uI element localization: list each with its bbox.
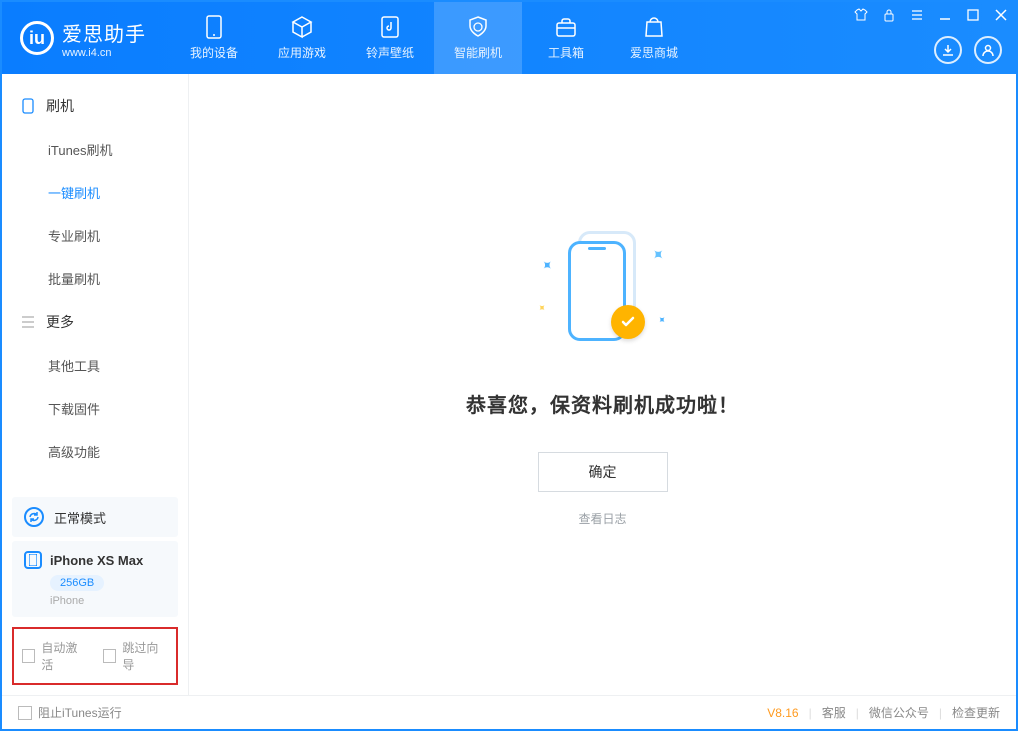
checkbox-label: 跳过向导 [122, 639, 168, 673]
check-badge-icon [611, 305, 645, 339]
top-nav: 我的设备 应用游戏 铃声壁纸 智能刷机 工具箱 爱思商城 [170, 2, 698, 74]
device-mode-label: 正常模式 [54, 508, 106, 527]
sidebar-item-one-click-flash[interactable]: 一键刷机 [2, 171, 188, 214]
app-header: iu 爱思助手 www.i4.cn 我的设备 应用游戏 铃声壁纸 智能刷机 [2, 2, 1016, 74]
sidebar-item-pro-flash[interactable]: 专业刷机 [2, 214, 188, 257]
nav-ringtones-wallpapers[interactable]: 铃声壁纸 [346, 2, 434, 74]
sidebar-group-title: 刷机 [46, 96, 74, 116]
success-message: 恭喜您，保资料刷机成功啦！ [466, 389, 739, 418]
nav-label: 智能刷机 [454, 44, 502, 61]
maximize-button[interactable] [962, 4, 984, 26]
download-button[interactable] [934, 36, 962, 64]
sidebar: 刷机 iTunes刷机 一键刷机 专业刷机 批量刷机 更多 其他工具 下载固件 … [2, 74, 189, 695]
phone-small-icon [20, 98, 36, 114]
checkbox-block-itunes[interactable]: 阻止iTunes运行 [18, 704, 122, 721]
nav-label: 铃声壁纸 [366, 44, 414, 61]
checkbox-icon [103, 649, 116, 663]
footer-link-support[interactable]: 客服 [822, 704, 846, 721]
status-bar: 阻止iTunes运行 V8.16 | 客服 | 微信公众号 | 检查更新 [2, 695, 1016, 729]
device-icon [24, 551, 42, 569]
minimize-button[interactable] [934, 4, 956, 26]
checkbox-icon [18, 706, 32, 720]
shield-sync-icon [466, 15, 490, 39]
app-url: www.i4.cn [62, 47, 146, 59]
version-label: V8.16 [767, 706, 798, 720]
view-log-link[interactable]: 查看日志 [578, 510, 626, 527]
checkbox-icon [22, 649, 35, 663]
phone-icon [202, 15, 226, 39]
checkbox-skip-wizard[interactable]: 跳过向导 [103, 639, 168, 673]
device-info-card[interactable]: iPhone XS Max 256GB iPhone [12, 541, 178, 617]
cube-icon [290, 15, 314, 39]
device-capacity: 256GB [50, 575, 104, 591]
device-type: iPhone [50, 595, 166, 607]
toolbox-icon [554, 15, 578, 39]
logo-area: iu 爱思助手 www.i4.cn [2, 2, 160, 74]
nav-label: 工具箱 [548, 44, 584, 61]
checkbox-auto-activate[interactable]: 自动激活 [22, 639, 87, 673]
sidebar-item-other-tools[interactable]: 其他工具 [2, 344, 188, 387]
sidebar-item-advanced[interactable]: 高级功能 [2, 430, 188, 473]
flash-options-highlighted: 自动激活 跳过向导 [12, 627, 178, 685]
success-illustration: ✦ ✦ ✦ ✦ [533, 223, 673, 363]
close-button[interactable] [990, 4, 1012, 26]
sparkle-icon: ✦ [654, 313, 668, 327]
nav-label: 应用游戏 [278, 44, 326, 61]
account-button[interactable] [974, 36, 1002, 64]
sidebar-item-download-firmware[interactable]: 下载固件 [2, 387, 188, 430]
menu-icon[interactable] [906, 4, 928, 26]
main-content: ✦ ✦ ✦ ✦ 恭喜您，保资料刷机成功啦！ 确定 查看日志 [189, 74, 1016, 695]
nav-toolbox[interactable]: 工具箱 [522, 2, 610, 74]
sparkle-icon: ✦ [536, 255, 556, 275]
sidebar-group-title: 更多 [46, 312, 74, 332]
sidebar-group-flash: 刷机 [2, 84, 188, 128]
device-mode-card[interactable]: 正常模式 [12, 497, 178, 537]
lock-icon[interactable] [878, 4, 900, 26]
nav-apps-games[interactable]: 应用游戏 [258, 2, 346, 74]
app-name: 爱思助手 [62, 18, 146, 47]
sidebar-item-batch-flash[interactable]: 批量刷机 [2, 257, 188, 300]
list-icon [20, 314, 36, 330]
ok-button[interactable]: 确定 [538, 452, 668, 492]
nav-label: 爱思商城 [630, 44, 678, 61]
music-file-icon [378, 15, 402, 39]
bag-icon [642, 15, 666, 39]
nav-my-device[interactable]: 我的设备 [170, 2, 258, 74]
nav-store[interactable]: 爱思商城 [610, 2, 698, 74]
shirt-icon[interactable] [850, 4, 872, 26]
sync-icon [24, 507, 44, 527]
sidebar-item-itunes-flash[interactable]: iTunes刷机 [2, 128, 188, 171]
nav-smart-flash[interactable]: 智能刷机 [434, 2, 522, 74]
sparkle-icon: ✦ [534, 301, 548, 315]
nav-label: 我的设备 [190, 44, 238, 61]
checkbox-label: 阻止iTunes运行 [38, 704, 122, 721]
device-name: iPhone XS Max [50, 553, 143, 568]
footer-link-wechat[interactable]: 微信公众号 [869, 704, 929, 721]
footer-link-update[interactable]: 检查更新 [952, 704, 1000, 721]
logo-icon: iu [20, 21, 54, 55]
window-controls [850, 4, 1012, 26]
checkbox-label: 自动激活 [41, 639, 87, 673]
sidebar-group-more: 更多 [2, 300, 188, 344]
sparkle-icon: ✦ [645, 243, 669, 267]
